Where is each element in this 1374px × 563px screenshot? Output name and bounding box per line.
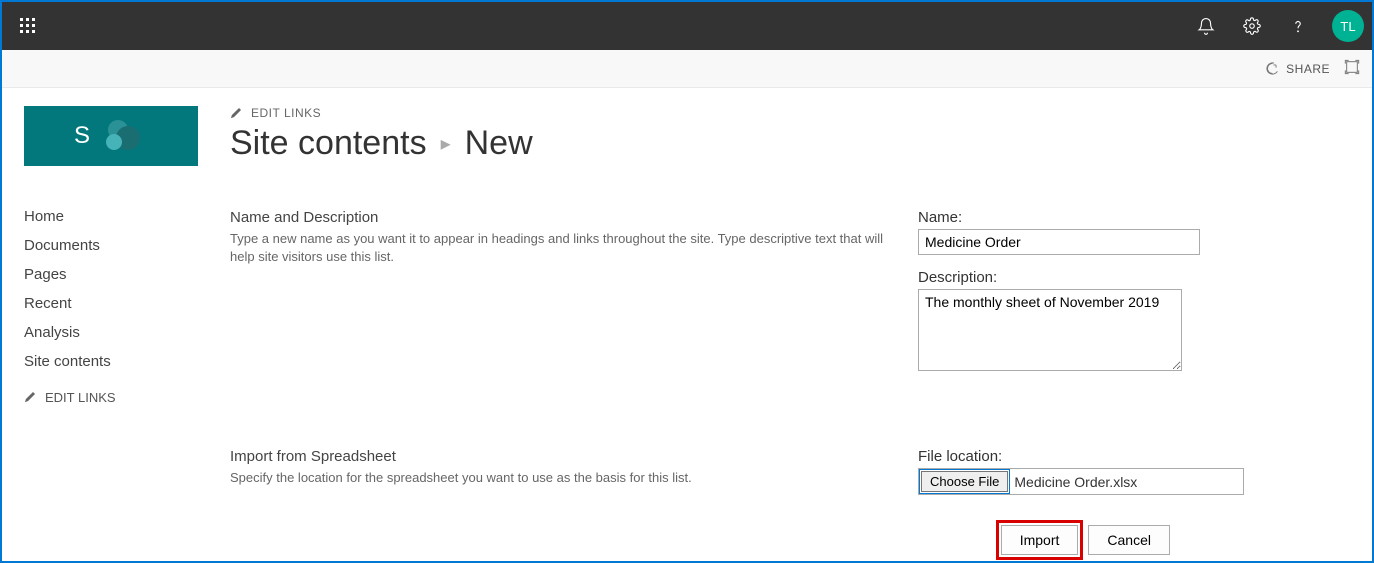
- logo-graphic: [104, 116, 144, 156]
- top-right-controls: TL: [1188, 8, 1364, 44]
- choose-file-button[interactable]: Choose File: [921, 471, 1008, 492]
- nav-recent[interactable]: Recent: [24, 289, 222, 318]
- description-label: Description:: [918, 269, 1350, 286]
- name-label: Name:: [918, 209, 1350, 226]
- share-label: SHARE: [1286, 62, 1330, 76]
- help-icon[interactable]: [1280, 8, 1316, 44]
- section-desc: Type a new name as you want it to appear…: [230, 230, 888, 266]
- user-avatar[interactable]: TL: [1332, 10, 1364, 42]
- page-title-main: Site contents: [230, 124, 427, 163]
- breadcrumb-separator-icon: ▸: [441, 131, 451, 156]
- form: Name and Description Type a new name as …: [230, 209, 1350, 555]
- header-edit-links-label: EDIT LINKS: [251, 106, 321, 120]
- page-title: Site contents ▸ New: [230, 124, 1350, 163]
- section-desc: Specify the location for the spreadsheet…: [230, 469, 888, 487]
- import-button[interactable]: Import: [1001, 525, 1079, 555]
- focus-mode-icon[interactable]: [1344, 59, 1360, 78]
- header-edit-links[interactable]: EDIT LINKS: [230, 106, 1350, 120]
- section-name-description: Name and Description Type a new name as …: [230, 209, 1350, 388]
- section-import: Import from Spreadsheet Specify the loca…: [230, 448, 1350, 509]
- app-launcher-icon[interactable]: [10, 8, 46, 44]
- content-area: EDIT LINKS Site contents ▸ New Name and …: [222, 106, 1350, 555]
- nav-analysis[interactable]: Analysis: [24, 318, 222, 347]
- share-button[interactable]: SHARE: [1265, 61, 1330, 76]
- page-title-sub: New: [465, 124, 533, 163]
- sidebar: S Home Documents Pages Recent Analysis S…: [24, 106, 222, 555]
- site-logo[interactable]: S: [24, 106, 198, 166]
- main-area: S Home Documents Pages Recent Analysis S…: [2, 88, 1372, 555]
- nav-pages[interactable]: Pages: [24, 260, 222, 289]
- file-location-label: File location:: [918, 448, 1350, 465]
- section-title: Import from Spreadsheet: [230, 448, 888, 465]
- sidebar-nav: Home Documents Pages Recent Analysis Sit…: [24, 202, 222, 376]
- form-buttons: Import Cancel: [230, 525, 1350, 555]
- nav-site-contents[interactable]: Site contents: [24, 347, 222, 376]
- name-input[interactable]: [918, 229, 1200, 255]
- app-top-bar: TL: [2, 2, 1372, 50]
- nav-documents[interactable]: Documents: [24, 231, 222, 260]
- cancel-button[interactable]: Cancel: [1088, 525, 1170, 555]
- settings-icon[interactable]: [1234, 8, 1270, 44]
- share-bar: SHARE: [2, 50, 1372, 88]
- description-textarea[interactable]: [918, 289, 1182, 371]
- nav-home[interactable]: Home: [24, 202, 222, 231]
- file-input-row: Choose File Medicine Order.xlsx: [918, 468, 1244, 495]
- sidebar-edit-links-label: EDIT LINKS: [45, 390, 116, 405]
- pencil-icon: [24, 391, 37, 404]
- logo-letter: S: [74, 122, 90, 150]
- sidebar-edit-links[interactable]: EDIT LINKS: [24, 390, 222, 405]
- notifications-icon[interactable]: [1188, 8, 1224, 44]
- section-title: Name and Description: [230, 209, 888, 226]
- selected-file-name: Medicine Order.xlsx: [1014, 474, 1137, 490]
- pencil-icon: [230, 107, 243, 120]
